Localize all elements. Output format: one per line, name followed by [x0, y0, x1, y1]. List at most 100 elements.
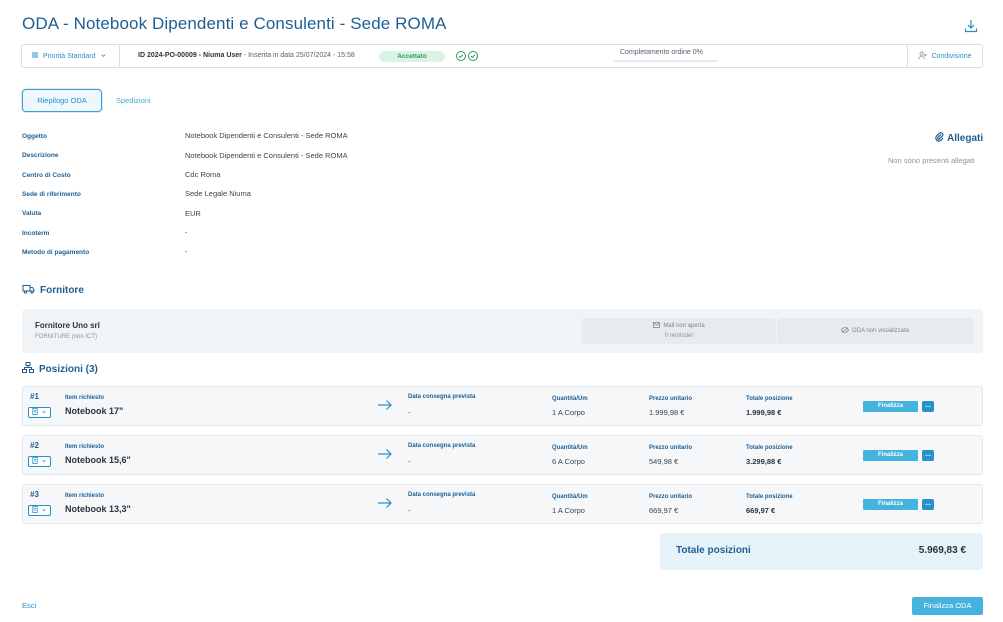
user-add-icon: [918, 51, 928, 62]
qty-value: 1 A Corpo: [552, 506, 585, 515]
position-row: #1 Item richiesto Notebook 17" Data cons…: [22, 386, 983, 426]
document-icon: [32, 408, 39, 417]
inserted-date: - Inserita in data 25/07/2024 - 15:58: [241, 52, 355, 59]
field-value-descrizione: Notebook Dipendenti e Consulenti - Sede …: [185, 151, 348, 160]
attachments-empty: Non sono presenti allegati: [888, 156, 975, 165]
total-value: 669,97 €: [746, 506, 776, 515]
approval-checks: [456, 51, 478, 61]
finalize-oda-button[interactable]: Finalizza ODA: [912, 597, 983, 615]
field-value-valuta: EUR: [185, 209, 201, 218]
chevron-down-icon: [41, 506, 47, 515]
field-value-centro-costo: Cdc Roma: [185, 170, 221, 179]
network-icon: [22, 362, 34, 376]
qty-label: Quantità/Um: [552, 494, 588, 500]
position-actions-dropdown[interactable]: [28, 407, 51, 418]
field-value-oggetto: Notebook Dipendenti e Consulenti - Sede …: [185, 131, 348, 140]
document-icon: [32, 506, 39, 515]
delivery-label: Data consegna prevista: [408, 492, 476, 498]
field-label-oggetto: Oggetto: [22, 133, 47, 140]
priority-dropdown[interactable]: Priorità Standard: [22, 45, 120, 67]
share-button[interactable]: Condivisione: [907, 45, 982, 67]
view-status-box: ODA non visualizzata: [777, 318, 973, 344]
total-label: Totale posizione: [746, 445, 793, 451]
paperclip-icon: [934, 131, 944, 145]
item-name: Notebook 13,3": [65, 504, 131, 514]
position-number: #3: [30, 490, 39, 499]
supplier-section-title: Fornitore: [22, 284, 84, 297]
item-label: Item richiesto: [65, 444, 105, 450]
field-label-centro-costo: Centro di Costo: [22, 172, 71, 179]
supplier-category: FORNITURE (non ICT): [35, 334, 98, 340]
download-icon[interactable]: [963, 18, 979, 34]
item-label: Item richiesto: [65, 395, 105, 401]
totals-box: Totale posizioni 5.969,83 €: [660, 533, 983, 570]
field-label-valuta: Valuta: [22, 210, 42, 217]
view-status-label: ODA non visualizzata: [851, 328, 910, 334]
total-label: Totale posizione: [746, 494, 793, 500]
position-actions-dropdown[interactable]: [28, 505, 51, 516]
attachments-label: Allegati: [947, 132, 984, 144]
supplier-name: Fornitore Uno srl: [35, 321, 100, 330]
order-id: ID 2024-PO-00009 - Niuma User - Inserita…: [138, 52, 355, 59]
tab-riepilogo[interactable]: Riepilogo ODA: [22, 89, 102, 112]
positions-section-label: Posizioni (3): [39, 363, 98, 375]
truck-icon: [22, 284, 35, 297]
exit-link[interactable]: Esci: [22, 601, 36, 610]
field-label-incoterm: Incoterm: [22, 230, 50, 237]
positions-section-title: Posizioni (3): [22, 362, 98, 376]
total-value: 1.999,98 €: [746, 408, 782, 417]
item-label: Item richiesto: [65, 493, 105, 499]
mail-status-label: Mail non aperta: [663, 323, 705, 329]
mail-status: Mail non aperta: [582, 322, 776, 330]
priority-label: Priorità Standard: [43, 52, 96, 60]
field-value-incoterm: -: [185, 228, 188, 237]
qty-value: 1 A Corpo: [552, 408, 585, 417]
delivery-value: -: [408, 506, 411, 515]
mail-icon: [653, 322, 661, 330]
qty-value: 6 A Corpo: [552, 457, 585, 466]
more-button[interactable]: ...: [922, 450, 934, 461]
chevron-down-icon: [100, 52, 107, 61]
arrow-right-icon: [377, 497, 393, 511]
delivery-value: -: [408, 457, 411, 466]
progress-bar: [614, 60, 718, 62]
chevron-down-icon: [41, 457, 47, 466]
totals-label: Totale posizioni: [676, 545, 751, 556]
field-label-sede: Sede di riferimento: [22, 191, 81, 198]
page-title: ODA - Notebook Dipendenti e Consulenti -…: [22, 14, 447, 33]
position-actions-dropdown[interactable]: [28, 456, 51, 467]
qty-label: Quantità/Um: [552, 396, 588, 402]
position-row: #3 Item richiesto Notebook 13,3" Data co…: [22, 484, 983, 524]
unit-price-value: 549,98 €: [649, 457, 679, 466]
finalize-button[interactable]: Finalizza: [863, 499, 918, 510]
tab-spedizioni[interactable]: Spedizioni: [116, 96, 151, 105]
field-value-metodo-pagamento: -: [185, 247, 188, 256]
delivery-value: -: [408, 408, 411, 417]
totals-value: 5.969,83 €: [918, 545, 966, 556]
more-button[interactable]: ...: [922, 499, 934, 510]
list-icon: [31, 51, 39, 61]
share-label: Condivisione: [931, 52, 972, 60]
unit-price-label: Prezzo unitario: [649, 445, 693, 451]
position-number: #1: [30, 392, 39, 401]
field-label-metodo-pagamento: Metodo di pagamento: [22, 249, 90, 256]
finalize-button[interactable]: Finalizza: [863, 401, 918, 412]
order-topbar: Priorità Standard ID 2024-PO-00009 - Niu…: [21, 44, 983, 68]
unit-price-label: Prezzo unitario: [649, 494, 693, 500]
document-icon: [32, 457, 39, 466]
arrow-right-icon: [377, 448, 393, 462]
position-number: #2: [30, 441, 39, 450]
check-circle-icon: [468, 51, 478, 61]
chevron-down-icon: [41, 408, 47, 417]
field-label-descrizione: Descrizione: [22, 152, 59, 159]
item-name: Notebook 15,6": [65, 455, 131, 465]
total-value: 3.299,88 €: [746, 457, 782, 466]
unit-price-value: 1.999,98 €: [649, 408, 685, 417]
arrow-right-icon: [377, 399, 393, 413]
supplier-section-label: Fornitore: [40, 285, 84, 296]
item-name: Notebook 17": [65, 406, 124, 416]
status-badge: Accettato: [379, 51, 445, 62]
finalize-button[interactable]: Finalizza: [863, 450, 918, 461]
eye-off-icon: [841, 327, 849, 335]
more-button[interactable]: ...: [922, 401, 934, 412]
